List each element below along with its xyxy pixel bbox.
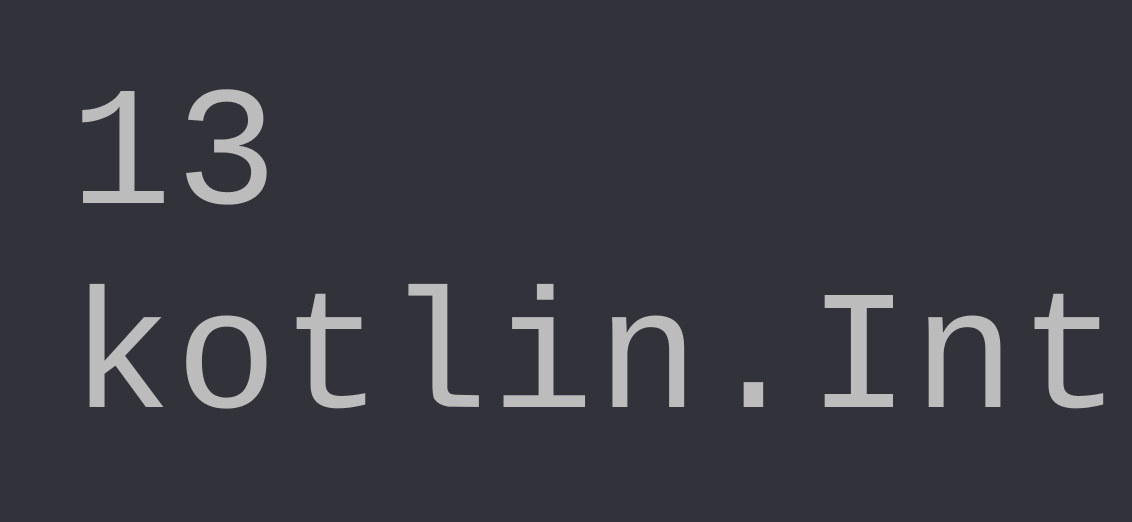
- repl-output-value: 13: [70, 57, 1062, 261]
- repl-output-type: kotlin.Int: [70, 261, 1062, 465]
